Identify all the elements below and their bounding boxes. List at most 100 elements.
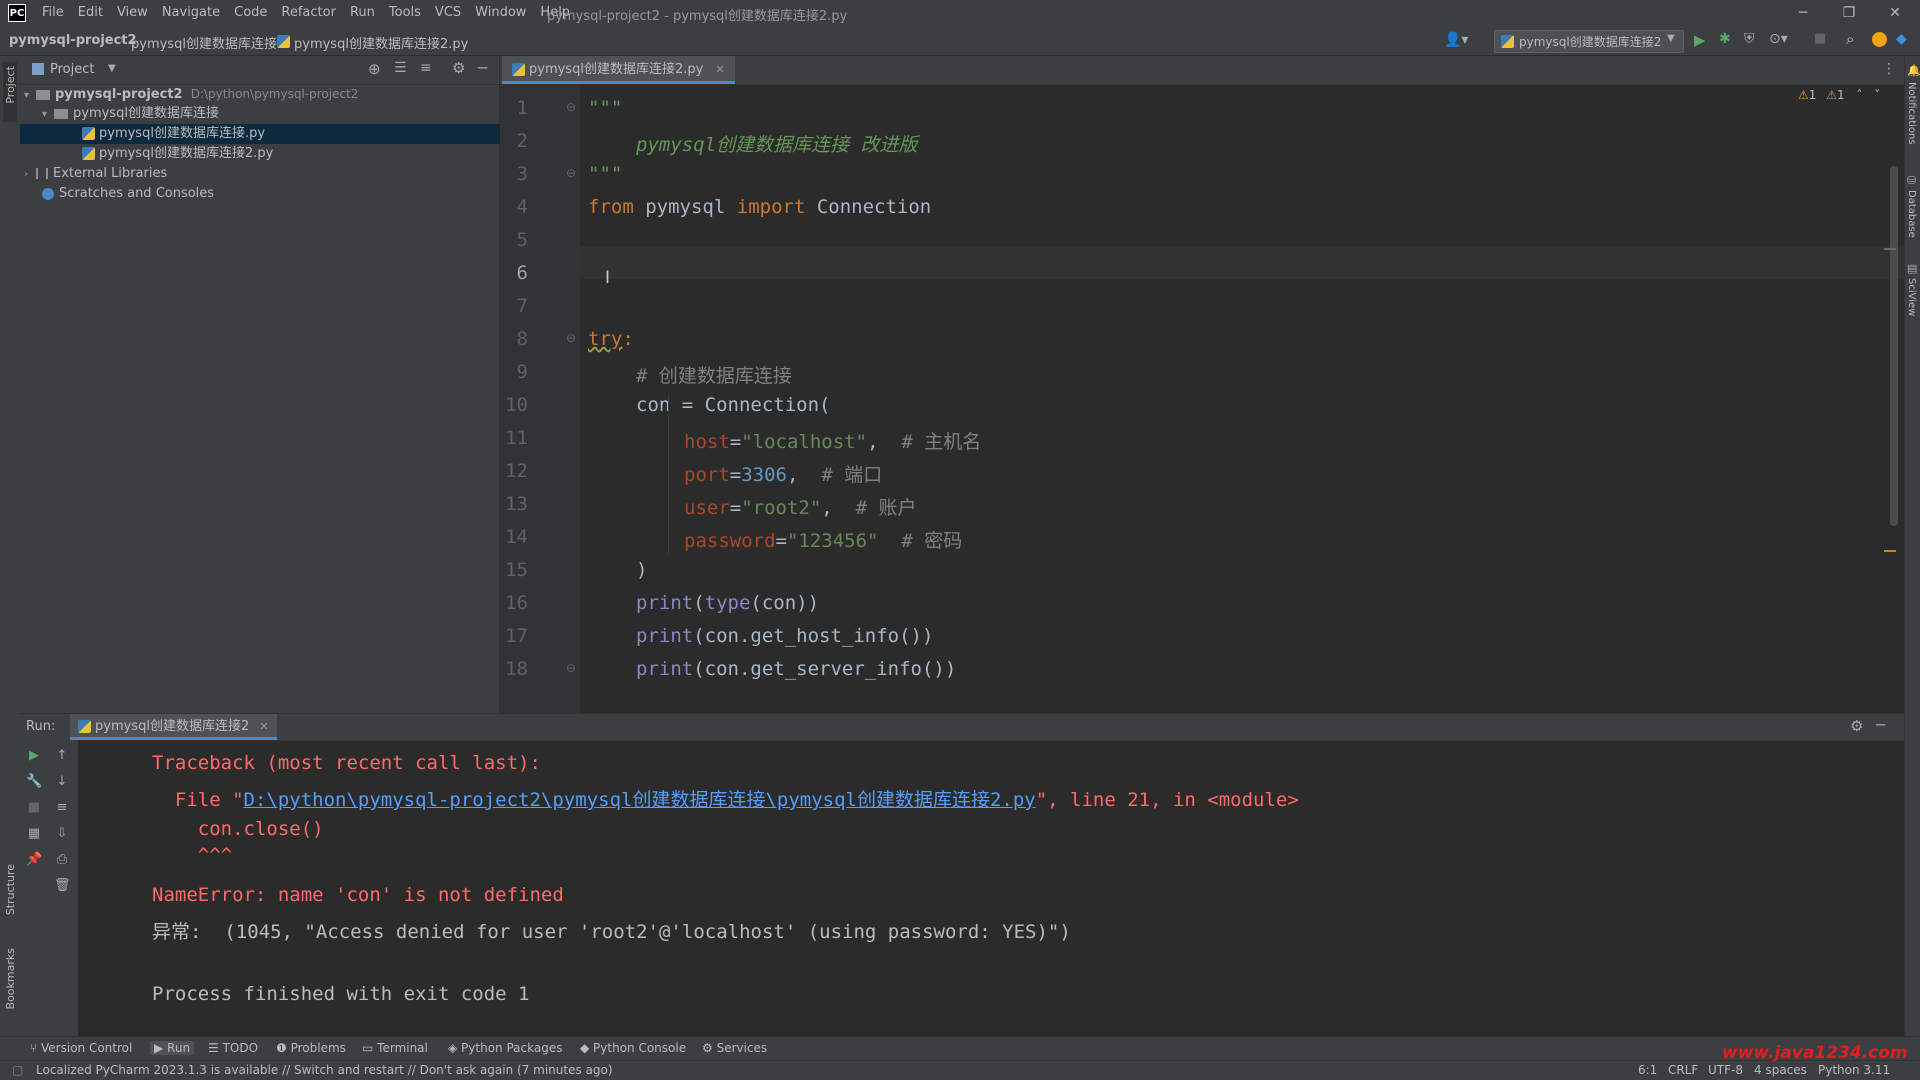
stop-icon[interactable]: ■ (1814, 31, 1826, 46)
structure-tool-tab[interactable]: Structure (4, 864, 17, 915)
update-icon[interactable] (1872, 32, 1887, 47)
coverage-icon[interactable]: ⛨ (1744, 31, 1755, 47)
builtin-print: print (636, 625, 694, 647)
menu-refactor[interactable]: Refactor (281, 5, 336, 20)
menu-window[interactable]: Window (475, 5, 526, 20)
run-tool-tab[interactable]: ▶ Run (150, 1041, 195, 1055)
jetbrains-ai-icon[interactable]: ◆ (1896, 31, 1907, 47)
arrow-down-icon[interactable]: ↓ (54, 774, 70, 790)
menu-tools[interactable]: Tools (389, 5, 421, 20)
restore-icon[interactable]: ❐ (1826, 0, 1872, 27)
file-encoding[interactable]: UTF-8 (1708, 1063, 1743, 1077)
breadcrumb-project[interactable]: pymysql-project2 (9, 33, 137, 48)
line-separator[interactable]: CRLF (1668, 1063, 1698, 1077)
chevron-up-icon[interactable]: ˄ (1856, 88, 1862, 102)
close-tab-icon[interactable]: ✕ (715, 63, 724, 76)
minimize-icon[interactable]: ─ (1780, 0, 1826, 27)
keyword-import: import (736, 196, 806, 218)
wrench-icon[interactable]: 🔧 (26, 774, 42, 790)
rerun-icon[interactable]: ▶ (26, 748, 42, 764)
services-tab[interactable]: ⚙ Services (702, 1041, 767, 1055)
menu-code[interactable]: Code (234, 5, 267, 20)
tree-item-file[interactable]: pymysql创建数据库连接.py (20, 124, 561, 144)
user-icon[interactable]: 👤▾ (1444, 32, 1468, 48)
caret-position[interactable]: 6:1 (1638, 1063, 1657, 1077)
menu-view[interactable]: View (117, 5, 148, 20)
sciview-tool-tab[interactable]: SciView (1906, 278, 1917, 316)
project-tool-tab[interactable]: Project (3, 62, 17, 122)
sciview-icon: ▤ (1907, 262, 1918, 275)
code-area[interactable]: """ pymysql创建数据库连接 改进版 """ from pymysql … (580, 84, 1880, 713)
soft-wrap-icon[interactable]: ≡ (54, 800, 70, 816)
problems-tab[interactable]: ❶ Problems (276, 1041, 346, 1055)
chevron-down-icon[interactable]: ▼ (108, 63, 116, 74)
window-title: pymysql-project2 - pymysql创建数据库连接2.py (547, 9, 848, 24)
notifications-tool-tab[interactable]: Notifications (1906, 82, 1917, 145)
project-panel-title[interactable]: Project (50, 62, 94, 77)
pin-icon[interactable]: 📌 (26, 852, 42, 868)
stop-icon[interactable]: ■ (26, 800, 42, 816)
bookmarks-tool-tab[interactable]: Bookmarks (4, 948, 17, 1009)
console-output[interactable]: Traceback (most recent call last): File … (78, 740, 1904, 1037)
database-tool-tab[interactable]: Database (1906, 190, 1917, 238)
editor-tab[interactable]: pymysql创建数据库连接2.py ✕ (502, 56, 735, 84)
close-window-icon[interactable]: ✕ (1872, 0, 1918, 27)
editor-scrollbar[interactable] (1890, 166, 1898, 526)
profile-icon[interactable]: ⊙▾ (1769, 31, 1788, 47)
python-packages-tab[interactable]: ◈ Python Packages (448, 1041, 562, 1055)
todo-tab[interactable]: ☰ TODO (208, 1041, 258, 1055)
indent-setting[interactable]: 4 spaces (1754, 1063, 1807, 1077)
code-line-4: from pymysql import Connection (588, 196, 931, 218)
run-configuration-select[interactable]: pymysql创建数据库连接2 ▼ (1494, 30, 1684, 53)
python-interpreter[interactable]: Python 3.11 (1818, 1063, 1890, 1077)
tree-item-root[interactable]: ▾ pymysql-project2 D:\python\pymysql-proj… (20, 84, 503, 104)
fold-icon[interactable]: ⊖ (566, 100, 576, 114)
fold-icon[interactable]: ⊖ (566, 661, 576, 675)
more-tabs-icon[interactable]: ⋮ (1882, 61, 1896, 77)
run-icon[interactable]: ▶ (1694, 31, 1706, 49)
breadcrumb-separator-icon: › (119, 33, 125, 48)
breadcrumb-folder[interactable]: pymysql创建数据库连接 (131, 33, 277, 52)
fold-icon[interactable]: ⊖ (566, 331, 576, 345)
collapse-all-icon[interactable]: ≡ (420, 60, 432, 76)
version-control-tab[interactable]: ⑂ Version Control (30, 1041, 132, 1055)
layout-icon[interactable]: ▦ (26, 826, 42, 842)
menu-run[interactable]: Run (350, 5, 375, 20)
menu-file[interactable]: File (42, 5, 64, 20)
status-message[interactable]: Localized PyCharm 2023.1.3 is available … (36, 1063, 613, 1077)
python-console-tab[interactable]: ◆ Python Console (580, 1041, 686, 1055)
tree-item-external-libraries[interactable]: › External Libraries (20, 164, 503, 184)
hide-panel-icon[interactable]: ─ (478, 59, 487, 77)
expand-all-icon[interactable]: ☰ (394, 60, 407, 76)
chevron-down-icon[interactable]: ˅ (1874, 88, 1880, 102)
bell-icon[interactable]: 🔔 (1907, 64, 1920, 77)
comment: # 端口 (821, 464, 883, 486)
breadcrumb-file[interactable]: pymysql创建数据库连接2.py (294, 33, 468, 52)
tree-item-folder[interactable]: ▾ pymysql创建数据库连接 (20, 104, 521, 124)
fold-icon[interactable]: ⊖ (566, 166, 576, 180)
print-icon[interactable]: ⎙ (54, 852, 70, 868)
tree-item-file[interactable]: pymysql创建数据库连接2.py (20, 144, 561, 164)
inspection-widget[interactable]: ⚠1 ⚠1 ˄ ˅ (1798, 88, 1880, 102)
locate-icon[interactable]: ⊕ (368, 60, 381, 78)
debug-icon[interactable]: ✱ (1719, 31, 1731, 47)
search-icon[interactable]: ⌕ (1846, 30, 1854, 48)
trash-icon[interactable]: 🗑 (54, 878, 71, 894)
imported-name: Connection (816, 196, 932, 218)
gear-icon[interactable]: ⚙ (1850, 717, 1863, 735)
arrow-up-icon[interactable]: ↑ (54, 748, 70, 764)
run-tab[interactable]: pymysql创建数据库连接2 ✕ (70, 714, 277, 740)
close-tab-icon[interactable]: ✕ (259, 720, 268, 733)
text-cursor-icon: I (605, 268, 611, 288)
menu-vcs[interactable]: VCS (435, 5, 461, 20)
menu-edit[interactable]: Edit (78, 5, 103, 20)
scroll-to-end-icon[interactable]: ⇩ (54, 826, 70, 842)
tree-item-scratches[interactable]: Scratches and Consoles (20, 184, 521, 204)
gear-icon[interactable]: ⚙ (452, 59, 465, 77)
menu-navigate[interactable]: Navigate (162, 5, 220, 20)
file-name: pymysql创建数据库连接2.py (99, 146, 274, 161)
traceback-file-link[interactable]: D:\python\pymysql-project2\pymysql创建数据库连… (244, 789, 1036, 811)
hide-panel-icon[interactable]: ─ (1876, 716, 1885, 734)
terminal-tab[interactable]: ▭ Terminal (362, 1041, 428, 1055)
status-toggle-icon[interactable]: ▢ (12, 1063, 23, 1077)
